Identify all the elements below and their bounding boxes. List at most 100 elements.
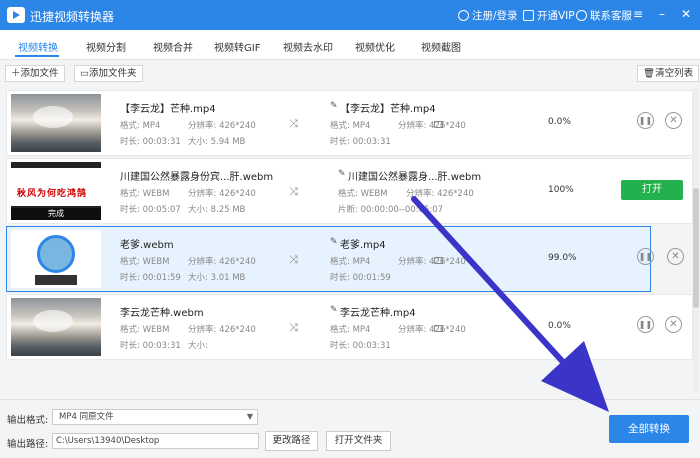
output-path-input[interactable]: C:\Users\13940\Desktop: [52, 433, 259, 449]
output-format-line: 格式: MP4: [330, 119, 370, 131]
format-select-value: MP4 同原文件: [59, 412, 114, 422]
output-resolution-line: 分辨率: 426*240: [398, 255, 466, 267]
active-tab-indicator: [15, 55, 59, 57]
title-bar: 迅捷视频转换器 注册/登录 开通VIP 联系客服 ≡ – ✕: [0, 0, 700, 30]
progress-text: 0.0%: [548, 321, 571, 331]
label-text: 片断:: [338, 205, 358, 215]
source-duration-line: 时长: 00:05:07: [120, 203, 181, 215]
tab-video-convert[interactable]: 视频转换: [18, 39, 58, 54]
output-resolution-line: 分辨率: 426*240: [398, 119, 466, 131]
source-duration: 00:03:31: [142, 341, 181, 351]
label-text: 时长:: [120, 273, 140, 283]
support-icon: [576, 10, 587, 21]
label-text: 格式:: [330, 121, 350, 131]
source-duration-line: 时长: 00:03:31: [120, 339, 181, 351]
file-row[interactable]: 李云龙芒种.webm 格式: WEBM 分辨率: 426*240 时长: 00:…: [6, 294, 693, 360]
progress-text: 99.0%: [548, 253, 577, 263]
add-folder-button[interactable]: ▭添加文件夹: [74, 65, 143, 82]
file-row-selected[interactable]: 老爹.webm 格式: WEBM 分辨率: 426*240 时长: 00:01:…: [6, 226, 684, 292]
pause-icon[interactable]: ❚❚: [637, 248, 654, 265]
source-format: WEBM: [142, 325, 170, 335]
window-close-icon[interactable]: ✕: [679, 7, 693, 21]
label-text: 分辨率:: [398, 325, 427, 335]
change-path-button[interactable]: 更改路径: [265, 431, 318, 451]
edit-name-icon[interactable]: ✎: [338, 169, 346, 179]
tab-video-gif[interactable]: 视频转GIF: [214, 39, 260, 54]
output-folder-icon[interactable]: [434, 257, 443, 264]
pause-icon[interactable]: ❚❚: [637, 112, 654, 129]
output-file-name: 李云龙芒种.mp4: [340, 308, 416, 319]
edit-name-icon[interactable]: ✎: [330, 237, 338, 247]
thumbnail-logo-icon: [37, 235, 75, 273]
remove-item-icon[interactable]: ✕: [665, 112, 682, 129]
file-row[interactable]: 秋风为何吃鸿鹄 完成 川建国公然暴露身份宾...肝.webm 格式: WEBM …: [6, 158, 693, 224]
minimize-icon[interactable]: –: [655, 7, 669, 21]
user-icon: [458, 10, 469, 21]
vip-link[interactable]: 开通VIP: [523, 8, 575, 23]
output-format-label: 输出格式:: [7, 415, 49, 426]
chevron-down-icon: ▼: [246, 412, 253, 421]
tab-video-screenshot[interactable]: 视频截图: [421, 39, 461, 54]
label-text: 格式:: [120, 121, 140, 131]
shuffle-icon: ⤨: [289, 253, 298, 266]
shuffle-icon: ⤨: [289, 185, 298, 198]
clear-list-button[interactable]: 🗑清空列表: [637, 65, 700, 82]
support-link[interactable]: 联系客服: [576, 8, 632, 23]
source-resolution-line: 分辨率: 426*240: [188, 187, 256, 199]
label-text: 分辨率:: [398, 257, 427, 267]
output-format-line: 格式: MP4: [330, 255, 370, 267]
label-text: 大小:: [188, 205, 208, 215]
label-text: 格式:: [120, 325, 140, 335]
output-format: MP4: [352, 257, 371, 267]
convert-all-button[interactable]: 全部转换: [609, 415, 689, 443]
file-row[interactable]: 【李云龙】芒种.mp4 格式: MP4 分辨率: 426*240 时长: 00:…: [6, 90, 693, 156]
output-folder-icon[interactable]: [434, 325, 443, 332]
app-title: 迅捷视频转换器: [30, 10, 115, 24]
list-scrollbar[interactable]: [693, 88, 699, 393]
output-duration: 00:03:31: [352, 341, 391, 351]
source-size-line: 大小:: [188, 339, 208, 351]
open-output-button[interactable]: 打开: [621, 180, 683, 200]
source-size-line: 大小: 8.25 MB: [188, 203, 245, 215]
output-clip: 00:00:00--00:05:07: [360, 205, 444, 215]
tab-remove-watermark[interactable]: 视频去水印: [283, 39, 333, 54]
output-folder-icon[interactable]: [434, 121, 443, 128]
remove-item-icon[interactable]: ✕: [667, 248, 684, 265]
source-duration-line: 时长: 00:01:59: [120, 271, 181, 283]
source-resolution: 426*240: [219, 257, 256, 267]
open-folder-button[interactable]: 打开文件夹: [326, 431, 391, 451]
tab-video-merge[interactable]: 视频合并: [153, 39, 193, 54]
source-format-line: 格式: WEBM: [120, 255, 170, 267]
remove-item-icon[interactable]: ✕: [665, 316, 682, 333]
thumbnail-label: [35, 275, 77, 285]
label-text: 时长:: [330, 137, 350, 147]
label-text: 格式:: [338, 189, 358, 199]
output-format-select[interactable]: MP4 同原文件 ▼: [52, 409, 258, 425]
add-file-button[interactable]: ＋添加文件: [5, 65, 65, 82]
plus-icon: ＋: [11, 68, 21, 79]
scrollbar-thumb[interactable]: [693, 188, 699, 308]
edit-name-icon[interactable]: ✎: [330, 101, 338, 111]
label-text: 格式:: [120, 257, 140, 267]
edit-name-icon[interactable]: ✎: [330, 305, 338, 315]
source-format-line: 格式: WEBM: [120, 323, 170, 335]
source-resolution-line: 分辨率: 426*240: [188, 255, 256, 267]
output-path-label: 输出路径:: [7, 439, 49, 450]
source-file-name: 川建国公然暴露身份宾...肝.webm: [120, 172, 274, 183]
output-format: WEBM: [360, 189, 388, 199]
login-link[interactable]: 注册/登录: [458, 8, 518, 23]
output-format: MP4: [352, 325, 371, 335]
source-size: 3.01 MB: [210, 273, 246, 283]
menu-icon[interactable]: ≡: [631, 7, 645, 21]
file-list: 【李云龙】芒种.mp4 格式: MP4 分辨率: 426*240 时长: 00:…: [3, 88, 693, 393]
output-file-name: 老爹.mp4: [340, 240, 386, 251]
pause-icon[interactable]: ❚❚: [637, 316, 654, 333]
source-resolution-line: 分辨率: 426*240: [188, 323, 256, 335]
tab-video-split[interactable]: 视频分割: [86, 39, 126, 54]
vip-icon: [523, 10, 534, 21]
label-text: 时长:: [330, 273, 350, 283]
label-text: 格式:: [330, 257, 350, 267]
tab-video-optimize[interactable]: 视频优化: [355, 39, 395, 54]
source-resolution: 426*240: [219, 325, 256, 335]
output-duration-line: 时长: 00:01:59: [330, 271, 391, 283]
